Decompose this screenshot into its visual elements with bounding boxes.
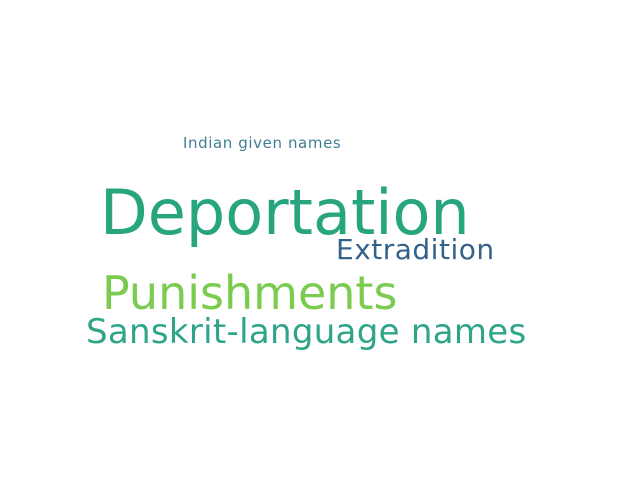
word-cloud: Indian given names Deportation Extraditi…: [0, 0, 640, 480]
word-extradition: Extradition: [336, 233, 495, 266]
word-sanskrit-language-names: Sanskrit-language names: [86, 312, 527, 352]
word-punishments: Punishments: [102, 266, 398, 320]
word-indian-given-names: Indian given names: [183, 134, 342, 152]
